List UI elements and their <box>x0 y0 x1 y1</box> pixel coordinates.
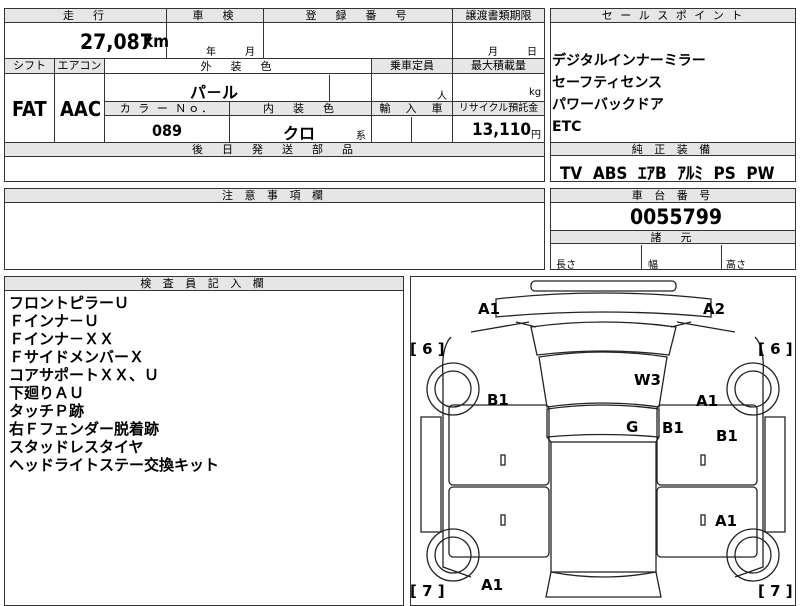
wheel-bracket-left-top: [ 6 ] <box>410 340 445 358</box>
chassis-header: 車 台 番 号 <box>551 189 795 203</box>
recycle-unit: 円 <box>531 130 541 141</box>
chassis-number: 0055799 <box>630 205 723 229</box>
header-import: 輸 入 車 <box>372 102 452 116</box>
inspector-note: コアサポートＸＸ、Ｕ <box>9 366 160 384</box>
damage-mark: A2 <box>703 300 726 318</box>
exterior-label-area: 外 装 色 <box>105 59 371 74</box>
transfer-day: 日 <box>527 47 537 58</box>
header-color-no: カ ラ ー Ｎｏ． <box>105 102 229 116</box>
sales-point-item: ETC <box>552 119 582 135</box>
sales-point-item: パワーバックドア <box>552 97 664 113</box>
color-no-value: 089 <box>152 121 183 140</box>
length-label: 長さ <box>556 260 576 271</box>
aircon-value: AAC <box>60 97 102 121</box>
inspector-note: Ｆインナ－Ｕ <box>9 312 100 330</box>
header-aircon: エアコン <box>55 59 104 74</box>
inspector-note: スタッドレスタイヤ <box>9 438 144 456</box>
header-shift: シフト <box>5 59 54 74</box>
dims-header: 諸 元 <box>551 230 795 244</box>
inspector-note: 右Ｆフェンダー脱着跡 <box>9 420 160 438</box>
inspector-note: ＦサイドメンバーＸ <box>9 348 145 366</box>
inspector-note: タッチＰ跡 <box>9 402 85 420</box>
sales-points-list: デジタルインナーミラー セーフティセンス パワーバックドア ETC <box>552 50 706 138</box>
inspector-notes: フロントピラーＵ Ｆインナ－Ｕ Ｆインナ－ＸＸ ＦサイドメンバーＸ コアサポート… <box>9 294 219 474</box>
damage-mark: G <box>626 418 639 436</box>
interior-suffix: 系 <box>356 131 366 142</box>
header-mileage: 走 行 <box>5 9 166 23</box>
inspector-note: Ｆインナ－ＸＸ <box>9 330 115 348</box>
equipment-header: 純 正 装 備 <box>551 142 795 156</box>
damage-mark: B1 <box>716 427 738 445</box>
height-label: 高さ <box>726 260 746 271</box>
equipment-value: TV ABS ｴｱB ｱﾙﾐ PS PW <box>560 164 775 184</box>
wheel-bracket-right-bottom: [ 7 ] <box>758 582 793 600</box>
width-label: 幅 <box>648 260 658 271</box>
damage-mark: A1 <box>696 392 719 410</box>
year-unit: 年 <box>206 47 216 58</box>
shift-value: FAT <box>12 97 47 121</box>
header-inspection: 車 検 <box>167 9 263 23</box>
damage-mark: A1 <box>715 512 738 530</box>
damage-mark: A1 <box>478 300 501 318</box>
header-later-parts: 後 日 発 送 部 品 <box>5 143 544 157</box>
recycle-value: 13,110 <box>472 120 532 140</box>
sales-point-item: デジタルインナーミラー <box>552 53 706 69</box>
damage-mark: B1 <box>662 419 684 437</box>
inspector-note: 下廻りＡＵ <box>9 384 85 402</box>
wheel-bracket-left-bottom: [ 7 ] <box>410 582 445 600</box>
load-unit: kg <box>529 87 542 98</box>
wheel-bracket-right-top: [ 6 ] <box>758 340 793 358</box>
capacity-unit: 人 <box>437 91 447 102</box>
sales-points-header: セ ー ル ス ポ イ ン ト <box>551 9 795 23</box>
exterior-value: パ－ル <box>190 83 239 102</box>
mileage-value: 27,087 <box>80 30 153 54</box>
damage-mark: W3 <box>634 371 661 389</box>
header-registration: 登 録 番 号 <box>264 9 452 23</box>
inspector-note: ヘッドライトステー交換キット <box>9 456 220 474</box>
caution-header: 注 意 事 項 欄 <box>5 189 544 203</box>
inspector-header: 検 査 員 記 入 欄 <box>5 277 403 291</box>
damage-mark: A1 <box>481 576 504 594</box>
sales-point-item: セーフティセンス <box>552 75 663 91</box>
damage-mark: B1 <box>487 391 509 409</box>
month-unit: 月 <box>245 47 255 58</box>
inspector-note: フロントピラーＵ <box>9 294 130 312</box>
interior-value: クロ <box>283 124 316 143</box>
header-loadcap: 最大積載量 <box>453 59 544 74</box>
header-transfer: 譲渡書類期限 <box>453 9 544 23</box>
mileage-unit: km <box>143 32 170 52</box>
transfer-month: 月 <box>488 47 498 58</box>
header-recycle: リサイクル預託金 <box>453 102 544 116</box>
header-interior: 内 装 色 <box>230 102 371 116</box>
header-capacity: 乗車定員 <box>372 59 452 74</box>
